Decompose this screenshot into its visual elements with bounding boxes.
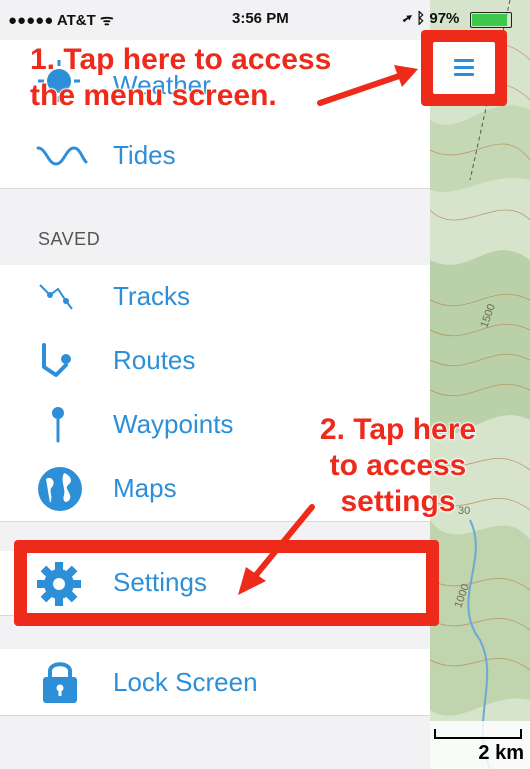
map-scale: 2 km — [430, 721, 530, 769]
menu-item-tides[interactable]: Tides — [0, 124, 430, 189]
location-arrow-icon: ➚ — [403, 10, 413, 27]
section-header-saved: SAVED — [38, 229, 101, 249]
battery-percent: 97% — [429, 10, 460, 27]
hamburger-icon — [454, 59, 474, 62]
annotation-step2-line1: 2. Tap here — [319, 412, 477, 447]
scale-label: 2 km — [478, 742, 524, 764]
menu-item-label: Tracks — [113, 281, 191, 311]
menu-button-highlight — [421, 30, 507, 106]
battery-icon — [470, 12, 512, 28]
annotation-step2-line2: to access — [329, 448, 467, 483]
menu-item-label: Maps — [113, 473, 177, 503]
annotation-arrow-1 — [317, 65, 418, 106]
settings-highlight-box — [14, 540, 439, 626]
menu-item-lock-screen[interactable]: Lock Screen — [0, 649, 430, 716]
scale-line — [434, 729, 522, 739]
battery-fill — [472, 14, 507, 26]
map-view[interactable]: 1500 1000 30 — [430, 0, 530, 769]
menu-item-tracks[interactable]: Tracks — [0, 265, 430, 330]
wifi-icon: ᯤ — [99, 12, 114, 29]
annotation-step1: 1. Tap here to access the menu screen. — [29, 42, 332, 114]
menu-item-label: Tides — [113, 140, 176, 170]
hamburger-icon — [454, 66, 474, 69]
lock-icon — [40, 659, 80, 710]
globe-icon — [36, 465, 84, 518]
status-time: 3:56 PM — [232, 10, 289, 27]
carrier-label: ●●●●● AT&T ᯤ — [8, 12, 114, 29]
waypoint-pin-icon — [48, 405, 68, 450]
annotation-step1-line1: 1. Tap here to access — [29, 42, 332, 77]
wave-icon — [36, 144, 88, 173]
annotation-step1-line2: the menu screen. — [29, 78, 277, 113]
side-menu: Weather Tides SAVED Tracks Routes Waypoi… — [0, 0, 430, 769]
status-right: ➚ ᛒ 97% — [403, 10, 459, 27]
hamburger-icon — [454, 73, 474, 76]
menu-item-label: Routes — [113, 345, 196, 375]
menu-button[interactable] — [433, 42, 495, 94]
route-icon — [36, 341, 76, 386]
bluetooth-icon: ᛒ — [416, 10, 426, 27]
menu-item-label: Lock Screen — [113, 667, 258, 697]
track-icon — [36, 281, 76, 318]
menu-item-label: Waypoints — [113, 409, 234, 439]
map-terrain — [430, 0, 530, 769]
menu-item-routes[interactable]: Routes — [0, 329, 430, 394]
